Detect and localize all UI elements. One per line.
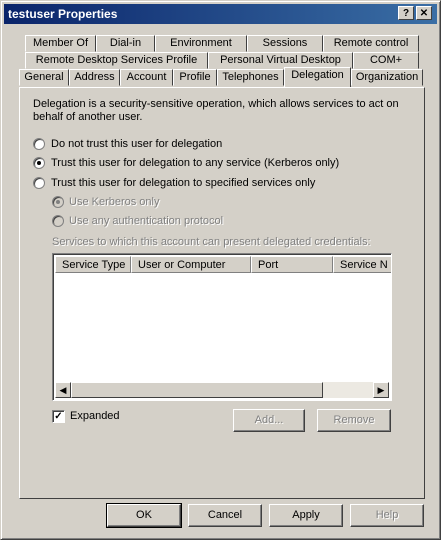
radio-specified-services-label[interactable]: Trust this user for delegation to specif… xyxy=(51,177,315,189)
radio-any-protocol[interactable] xyxy=(52,215,64,227)
tab-com-plus[interactable]: COM+ xyxy=(353,52,419,69)
window-title: testuser Properties xyxy=(8,7,118,21)
services-list[interactable]: Service Type User or Computer Port Servi… xyxy=(52,253,392,401)
scroll-right-icon[interactable]: ▶ xyxy=(373,382,389,398)
radio-specified-services[interactable] xyxy=(33,177,45,189)
services-caption: Services to which this account can prese… xyxy=(52,236,371,248)
ok-button[interactable]: OK xyxy=(106,503,182,528)
column-service-type[interactable]: Service Type xyxy=(55,256,131,273)
radio-selected-dot xyxy=(37,161,41,165)
radio-kerberos-only-label[interactable]: Use Kerberos only xyxy=(69,196,160,208)
cancel-button[interactable]: Cancel xyxy=(188,504,262,527)
tab-dial-in[interactable]: Dial-in xyxy=(96,35,155,52)
delegation-description-line1: Delegation is a security-sensitive opera… xyxy=(33,98,399,110)
radio-no-delegation[interactable] xyxy=(33,138,45,150)
tab-sessions[interactable]: Sessions xyxy=(247,35,323,52)
scrollbar-thumb[interactable] xyxy=(71,382,323,398)
column-service-name[interactable]: Service N xyxy=(333,256,391,273)
radio-kerberos-only[interactable] xyxy=(52,196,64,208)
expanded-checkbox[interactable]: ✓ xyxy=(52,410,65,423)
remove-button[interactable]: Remove xyxy=(317,409,391,432)
tab-delegation[interactable]: Delegation xyxy=(284,67,351,87)
radio-any-protocol-label[interactable]: Use any authentication protocol xyxy=(69,215,223,227)
column-user-or-computer[interactable]: User or Computer xyxy=(131,256,251,273)
horizontal-scrollbar[interactable]: ◀ ▶ xyxy=(55,382,389,398)
tab-organization[interactable]: Organization xyxy=(351,69,423,86)
tab-telephones[interactable]: Telephones xyxy=(217,69,284,86)
scroll-left-icon[interactable]: ◀ xyxy=(55,382,71,398)
column-port[interactable]: Port xyxy=(251,256,333,273)
add-button[interactable]: Add... xyxy=(233,409,305,432)
tab-environment[interactable]: Environment xyxy=(155,35,247,52)
tab-remote-desktop-services-profile[interactable]: Remote Desktop Services Profile xyxy=(25,52,208,69)
apply-button[interactable]: Apply xyxy=(269,504,343,527)
tab-profile[interactable]: Profile xyxy=(173,69,217,86)
tab-member-of[interactable]: Member Of xyxy=(25,35,96,52)
radio-any-service-label[interactable]: Trust this user for delegation to any se… xyxy=(51,157,339,169)
close-icon[interactable]: ✕ xyxy=(416,6,432,20)
expanded-label[interactable]: Expanded xyxy=(70,410,120,422)
properties-dialog: testuser Properties ? ✕ Member Of Dial-i… xyxy=(0,0,441,540)
radio-any-service[interactable] xyxy=(33,157,45,169)
tab-account[interactable]: Account xyxy=(120,69,173,86)
radio-selected-dot xyxy=(56,200,60,204)
title-bar[interactable]: testuser Properties ? ✕ xyxy=(4,4,437,24)
tab-remote-control[interactable]: Remote control xyxy=(323,35,419,52)
tab-address[interactable]: Address xyxy=(69,69,120,86)
delegation-description-line2: behalf of another user. xyxy=(33,111,143,123)
help-button[interactable]: Help xyxy=(350,504,424,527)
tab-general[interactable]: General xyxy=(19,69,69,86)
help-icon[interactable]: ? xyxy=(398,6,414,20)
radio-no-delegation-label[interactable]: Do not trust this user for delegation xyxy=(51,138,222,150)
